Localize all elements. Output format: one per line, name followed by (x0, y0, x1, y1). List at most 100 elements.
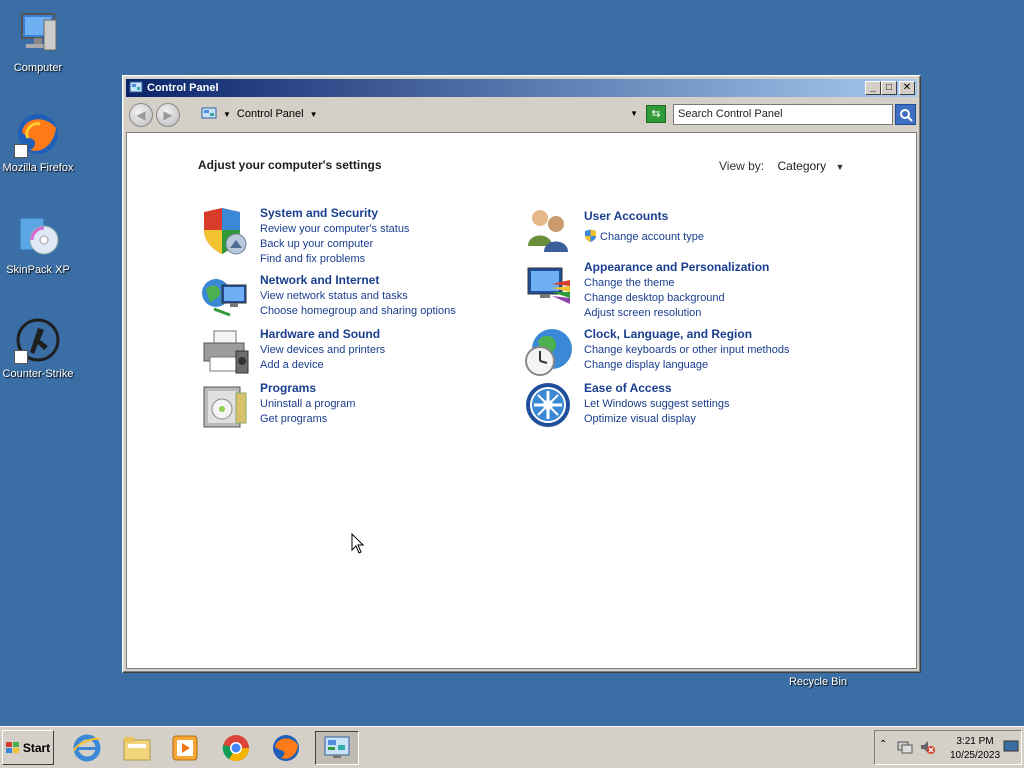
appearance-icon[interactable] (524, 260, 574, 310)
category-network-and-internet: Network and Internet View network status… (200, 273, 456, 323)
taskbar-explorer[interactable] (120, 731, 154, 765)
category-ease-of-access: Ease of Access Let Windows suggest setti… (524, 381, 730, 431)
category-link[interactable]: Get programs (260, 412, 355, 427)
shortcut-arrow-icon (14, 350, 28, 364)
show-desktop-icon[interactable] (1003, 740, 1019, 757)
desktop-icon-label: Mozilla Firefox (2, 162, 74, 174)
category-link[interactable]: Change account type (584, 229, 704, 245)
category-link[interactable]: Optimize visual display (584, 412, 730, 427)
address-bar[interactable]: ▼ Control Panel ▼ ▼ (197, 103, 640, 125)
forward-button[interactable]: ▶ (156, 103, 180, 127)
category-link[interactable]: Change keyboards or other input methods (584, 343, 789, 358)
chevron-down-icon[interactable]: ▼ (836, 162, 845, 172)
taskbar-internet-explorer[interactable] (70, 731, 104, 765)
view-by-control: View by: Category ▼ (719, 159, 844, 173)
address-dropdown-icon[interactable]: ▼ (630, 109, 638, 118)
category-title[interactable]: Clock, Language, and Region (584, 327, 789, 341)
control-panel-window: Control Panel _ □ ✕ ◀ ▶ ▼ Control Panel … (122, 75, 921, 673)
counter-strike-icon (14, 316, 62, 364)
desktop-icon-firefox[interactable]: Mozilla Firefox (0, 110, 76, 174)
clock[interactable]: 3:21 PM 10/25/2023 (943, 735, 1007, 763)
network-globe-icon[interactable] (200, 273, 250, 323)
category-title[interactable]: Programs (260, 381, 355, 395)
search-input[interactable]: Search Control Panel (673, 104, 893, 125)
taskbar-control-panel[interactable] (315, 731, 359, 765)
volume-muted-icon[interactable] (919, 739, 935, 758)
desktop-icon-recycle-bin[interactable]: Recycle Bin (780, 676, 856, 688)
refresh-icon: ⇆ (651, 108, 661, 120)
category-link[interactable]: Change display language (584, 358, 789, 373)
windows-flag-icon (5, 741, 20, 754)
ease-of-access-icon[interactable] (524, 381, 574, 431)
refresh-button[interactable]: ⇆ (646, 105, 666, 123)
desktop-icon-counter-strike[interactable]: Counter-Strike (0, 316, 76, 380)
skinpack-icon (14, 212, 62, 260)
window-title: Control Panel (147, 82, 219, 94)
media-player-icon (172, 735, 198, 761)
category-link[interactable]: Uninstall a program (260, 397, 355, 412)
shortcut-arrow-icon (14, 144, 28, 158)
close-button[interactable]: ✕ (899, 81, 915, 95)
firefox-icon (273, 735, 299, 761)
category-link[interactable]: Add a device (260, 358, 385, 373)
category-title[interactable]: Hardware and Sound (260, 327, 385, 341)
taskbar-firefox[interactable] (269, 731, 303, 765)
category-title[interactable]: User Accounts (584, 209, 704, 223)
category-title[interactable]: Network and Internet (260, 273, 456, 287)
view-by-dropdown[interactable]: Category (777, 159, 826, 173)
category-link[interactable]: View network status and tasks (260, 289, 456, 304)
start-label: Start (22, 740, 51, 755)
category-link[interactable]: View devices and printers (260, 343, 385, 358)
category-link[interactable]: Find and fix problems (260, 252, 409, 267)
search-button[interactable] (895, 104, 916, 125)
desktop-icon-skinpack[interactable]: SkinPack XP (0, 212, 76, 276)
clock-date: 10/25/2023 (949, 750, 1001, 761)
control-panel-icon (129, 81, 143, 95)
start-button[interactable]: Start (2, 730, 54, 765)
desktop-icon-label: Counter-Strike (2, 368, 74, 380)
clock-time: 3:21 PM (956, 736, 994, 747)
minimize-button[interactable]: _ (865, 81, 881, 95)
back-button[interactable]: ◀ (129, 103, 153, 127)
show-hidden-icons-icon[interactable]: ⌃ (879, 739, 887, 750)
mouse-cursor-icon (351, 532, 365, 558)
category-title[interactable]: Ease of Access (584, 381, 730, 395)
category-user-accounts: User Accounts Change account type (524, 206, 704, 256)
maximize-button[interactable]: □ (881, 81, 897, 95)
taskbar-chrome[interactable] (219, 731, 253, 765)
category-link[interactable]: Back up your computer (260, 237, 409, 252)
chrome-icon (222, 735, 250, 762)
breadcrumb-control-panel[interactable]: Control Panel (237, 108, 304, 120)
shield-icon[interactable] (200, 206, 250, 256)
network-icon[interactable] (897, 739, 913, 758)
category-system-and-security: System and Security Review your computer… (200, 206, 409, 267)
category-link-text: Change account type (600, 231, 704, 243)
category-link[interactable]: Change the theme (584, 276, 769, 291)
content-area: Adjust your computer's settings View by:… (126, 132, 917, 669)
user-accounts-icon[interactable] (524, 206, 574, 256)
category-link[interactable]: Choose homegroup and sharing options (260, 304, 456, 319)
system-tray: ⌃ 3:21 PM 10/25/2023 (874, 730, 1022, 765)
programs-icon[interactable] (200, 381, 250, 431)
category-link[interactable]: Adjust screen resolution (584, 306, 769, 321)
window-titlebar[interactable]: Control Panel _ □ ✕ (126, 79, 917, 97)
category-clock-language-region: Clock, Language, and Region Change keybo… (524, 327, 789, 377)
category-title[interactable]: System and Security (260, 206, 409, 220)
internet-explorer-icon (73, 734, 101, 762)
chevron-down-icon[interactable]: ▼ (310, 110, 318, 119)
desktop-icon-computer[interactable]: Computer (0, 10, 76, 74)
clock-globe-icon[interactable] (524, 327, 574, 377)
printer-icon[interactable] (200, 327, 250, 377)
chevron-down-icon[interactable]: ▼ (223, 110, 231, 119)
category-appearance-and-personalization: Appearance and Personalization Change th… (524, 260, 769, 321)
category-link[interactable]: Change desktop background (584, 291, 769, 306)
computer-icon (14, 10, 62, 58)
category-link[interactable]: Review your computer's status (260, 222, 409, 237)
desktop-icon-label: Computer (13, 62, 63, 74)
category-title[interactable]: Appearance and Personalization (584, 260, 769, 274)
uac-shield-icon (584, 229, 597, 242)
control-panel-icon (201, 107, 217, 121)
category-link[interactable]: Let Windows suggest settings (584, 397, 730, 412)
category-hardware-and-sound: Hardware and Sound View devices and prin… (200, 327, 385, 377)
taskbar-media-player[interactable] (168, 731, 202, 765)
